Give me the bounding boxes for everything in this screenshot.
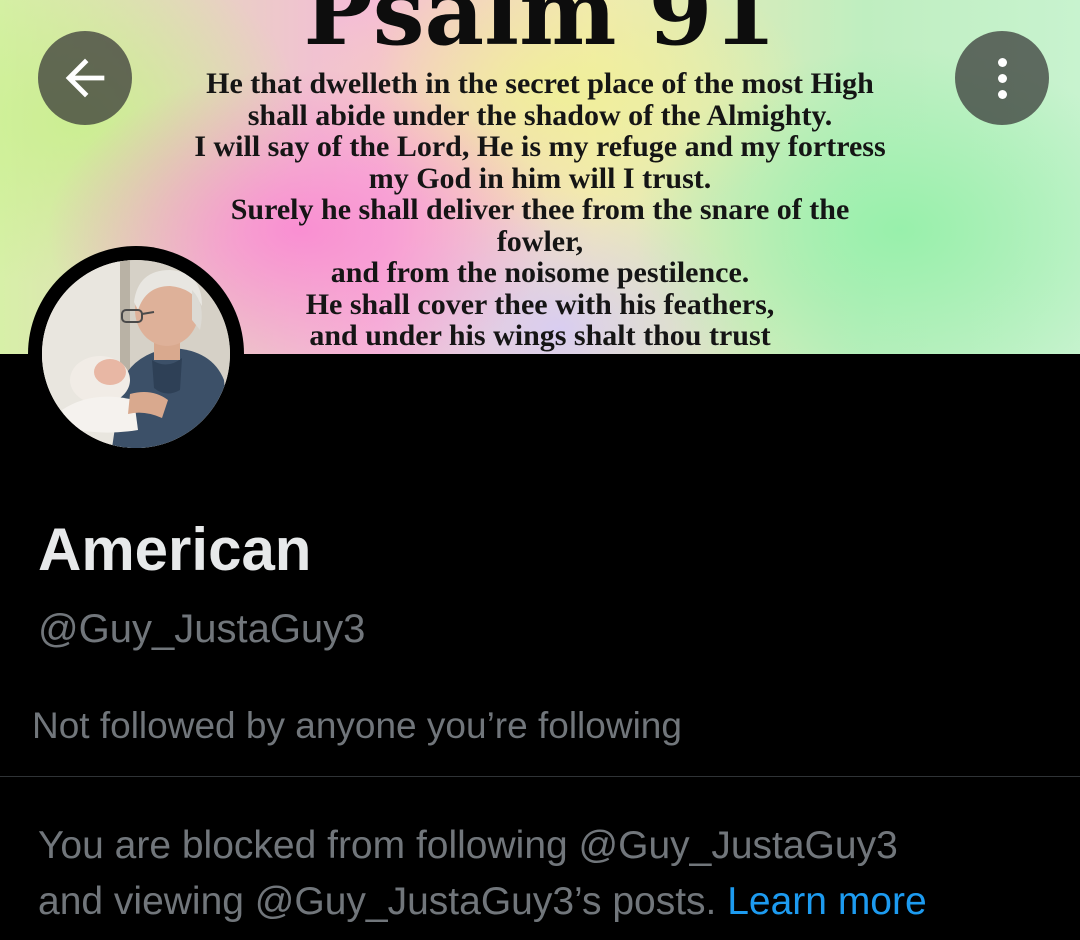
banner-line: shall abide under the shadow of the Almi… bbox=[247, 98, 833, 132]
display-name: American bbox=[38, 516, 312, 583]
banner-line: He that dwelleth in the secret place of … bbox=[206, 67, 874, 100]
avatar-photo bbox=[42, 260, 230, 448]
profile-handle: @Guy_JustaGuy3 bbox=[38, 607, 366, 651]
avatar[interactable] bbox=[28, 246, 244, 462]
banner-line: my God in him will I trust. bbox=[368, 161, 712, 195]
more-vertical-icon bbox=[997, 57, 1007, 99]
divider bbox=[0, 776, 1080, 777]
learn-more-link[interactable]: Learn more bbox=[727, 880, 926, 923]
followers-you-know-note: Not followed by anyone you’re following bbox=[32, 705, 682, 746]
blocked-notice: You are blocked from following @Guy_Just… bbox=[38, 818, 1058, 930]
blocked-notice-line-2: and viewing @Guy_JustaGuy3’s posts. bbox=[38, 880, 717, 923]
back-button[interactable] bbox=[38, 31, 132, 125]
banner-title: Psalm 91 bbox=[303, 0, 777, 66]
arrow-left-icon bbox=[65, 58, 105, 98]
more-options-button[interactable] bbox=[955, 31, 1049, 125]
banner-line: I will say of the Lord, He is my refuge … bbox=[194, 130, 886, 163]
blocked-notice-line-1: You are blocked from following @Guy_Just… bbox=[38, 824, 898, 867]
banner-line: Surely he shall deliver thee from the sn… bbox=[230, 193, 850, 226]
